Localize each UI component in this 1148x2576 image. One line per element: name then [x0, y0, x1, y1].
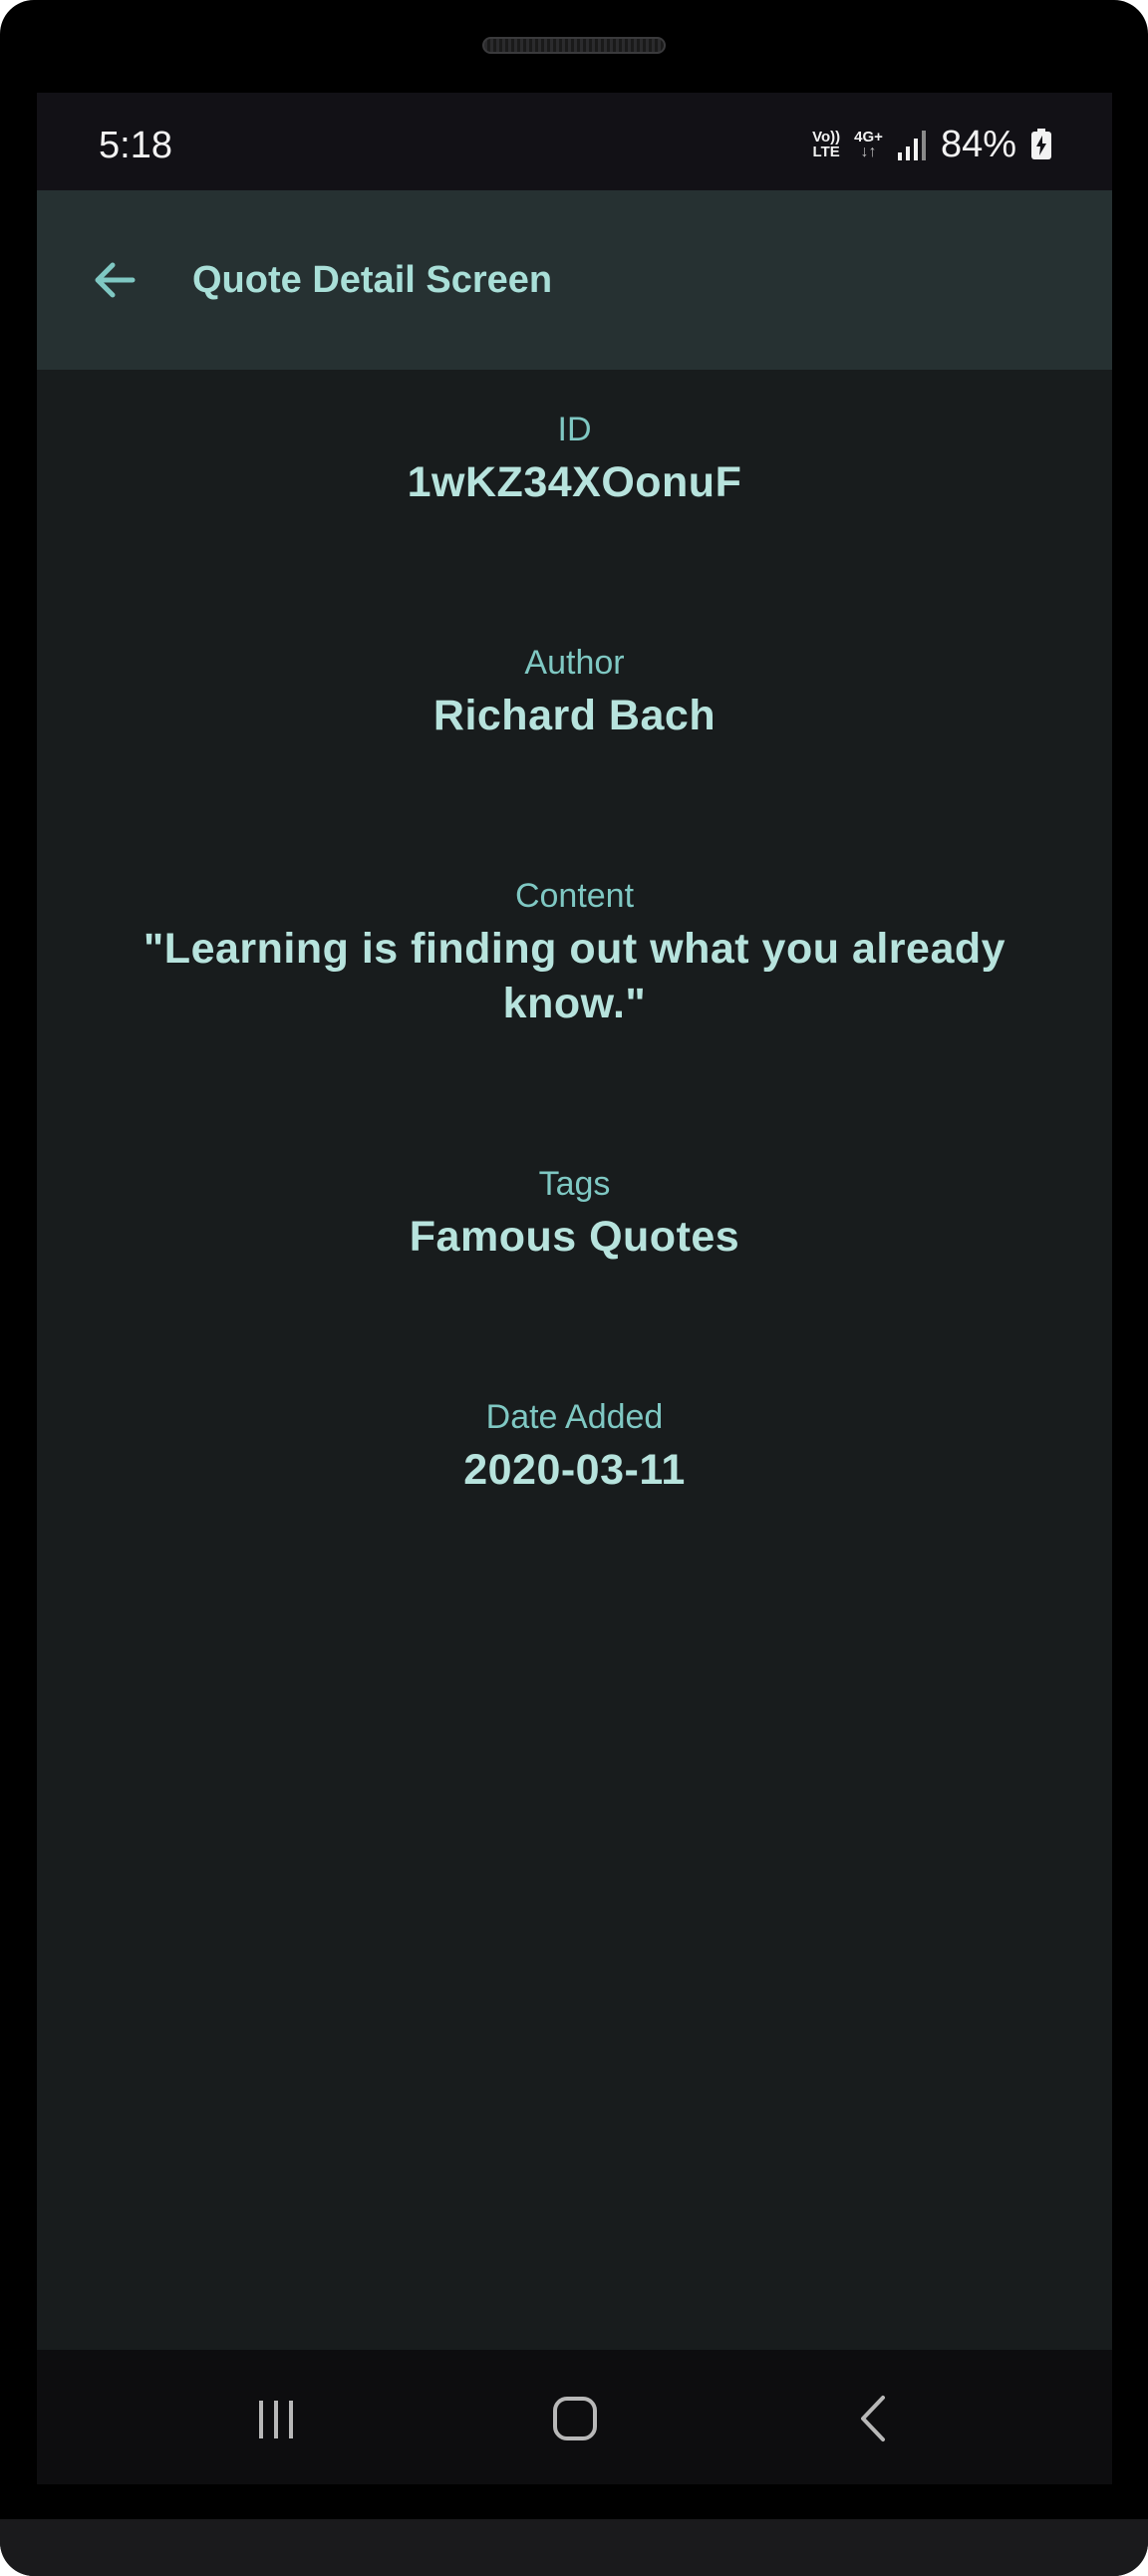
date-added-value: 2020-03-11	[463, 1446, 686, 1494]
earpiece-speaker	[482, 37, 666, 54]
home-button[interactable]	[540, 2384, 610, 2453]
phone-frame: 5:18 Vo)) LTE 4G+ ↓↑ 84% Quote Detail Sc…	[0, 0, 1148, 2576]
arrow-left-icon	[95, 262, 136, 298]
id-value: 1wKZ34XOonuF	[407, 458, 742, 506]
volte-top-label: Vo))	[812, 129, 841, 145]
network-arrows: ↓↑	[860, 143, 877, 160]
volte-bottom-label: LTE	[812, 143, 840, 160]
author-label: Author	[524, 644, 625, 682]
home-icon	[553, 2397, 597, 2440]
battery-percent: 84%	[940, 124, 1016, 165]
author-field: Author Richard Bach	[37, 643, 1112, 743]
status-time: 5:18	[99, 125, 172, 166]
system-nav-bar	[37, 2350, 1112, 2484]
network-type-label: 4G+	[854, 129, 883, 145]
volte-icon: Vo)) LTE	[812, 130, 840, 159]
system-back-button[interactable]	[839, 2384, 909, 2453]
tags-label: Tags	[538, 1165, 611, 1203]
screen: 5:18 Vo)) LTE 4G+ ↓↑ 84% Quote Detail Sc…	[37, 93, 1112, 2484]
id-field: ID 1wKZ34XOonuF	[37, 410, 1112, 510]
network-type-icon: 4G+ ↓↑	[854, 129, 883, 160]
status-bar: 5:18 Vo)) LTE 4G+ ↓↑ 84%	[37, 93, 1112, 190]
id-label: ID	[557, 411, 592, 448]
back-chevron-icon	[861, 2396, 885, 2441]
date-added-label: Date Added	[485, 1398, 664, 1436]
tags-value: Famous Quotes	[409, 1213, 740, 1261]
recents-icon	[259, 2401, 293, 2438]
date-added-field: Date Added 2020-03-11	[37, 1397, 1112, 1498]
content-value: "Learning is finding out what you alread…	[143, 925, 1006, 1027]
page-title: Quote Detail Screen	[192, 259, 553, 301]
status-icons: Vo)) LTE 4G+ ↓↑ 84%	[812, 123, 1052, 166]
author-value: Richard Bach	[432, 692, 717, 739]
content-label: Content	[514, 877, 635, 915]
recents-button[interactable]	[241, 2384, 311, 2453]
tags-field: Tags Famous Quotes	[37, 1164, 1112, 1265]
back-button[interactable]	[85, 250, 144, 310]
battery-charging-icon	[1031, 129, 1051, 159]
signal-icon	[897, 131, 926, 160]
bottom-bezel	[0, 2519, 1148, 2576]
content-field: Content "Learning is finding out what yo…	[37, 876, 1112, 1031]
app-bar: Quote Detail Screen	[37, 190, 1112, 370]
